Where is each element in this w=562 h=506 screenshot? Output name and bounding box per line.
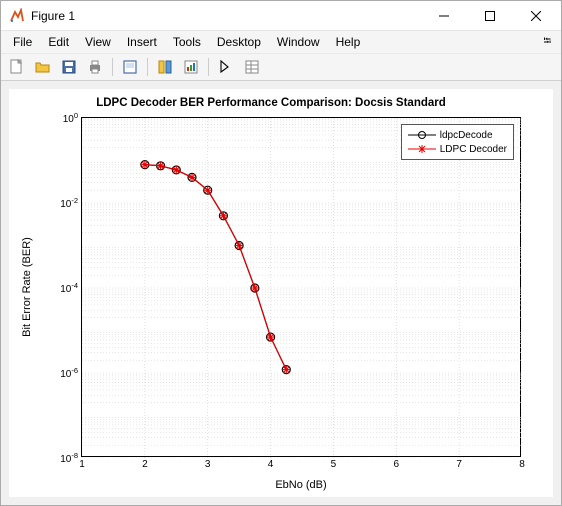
x-tick: 2 — [142, 456, 148, 470]
y-tick: 10-2 — [60, 196, 82, 210]
close-button[interactable] — [513, 1, 559, 31]
menu-view[interactable]: View — [77, 33, 119, 51]
new-figure-button[interactable] — [5, 56, 29, 78]
x-tick: 5 — [331, 456, 337, 470]
legend-swatch-ldpc-decoder — [408, 143, 436, 155]
menu-file[interactable]: File — [5, 33, 40, 51]
x-tick: 7 — [456, 456, 462, 470]
legend-item-ldpcdecode: ldpcDecode — [408, 128, 507, 142]
insert-colorbar-button[interactable] — [179, 56, 203, 78]
print-preview-button[interactable] — [118, 56, 142, 78]
menubar: File Edit View Insert Tools Desktop Wind… — [1, 31, 561, 53]
legend-label: LDPC Decoder — [440, 144, 507, 155]
window-title: Figure 1 — [31, 9, 421, 23]
menu-edit[interactable]: Edit — [40, 33, 77, 51]
legend[interactable]: ldpcDecode LDPC Decoder — [401, 124, 514, 160]
menu-tools[interactable]: Tools — [165, 33, 209, 51]
plot-container: LDPC Decoder BER Performance Comparison:… — [9, 89, 553, 497]
y-tick: 10-4 — [60, 281, 82, 295]
print-button[interactable] — [83, 56, 107, 78]
x-tick: 3 — [205, 456, 211, 470]
legend-label: ldpcDecode — [440, 130, 493, 141]
y-tick: 100 — [63, 111, 82, 125]
plot-surface — [82, 118, 522, 458]
y-tick: 10-6 — [60, 366, 82, 380]
menu-help[interactable]: Help — [328, 33, 369, 51]
x-tick: 4 — [268, 456, 274, 470]
legend-item-ldpc-decoder: LDPC Decoder — [408, 142, 507, 156]
menu-window[interactable]: Window — [269, 33, 328, 51]
link-plot-button[interactable] — [153, 56, 177, 78]
toolbar — [1, 53, 561, 81]
open-button[interactable] — [31, 56, 55, 78]
matlab-figure-icon — [9, 8, 25, 24]
titlebar: Figure 1 — [1, 1, 561, 31]
y-axis-label: Bit Error Rate (BER) — [19, 117, 35, 457]
menu-desktop[interactable]: Desktop — [209, 33, 269, 51]
minimize-button[interactable] — [421, 1, 467, 31]
menu-insert[interactable]: Insert — [119, 33, 165, 51]
axes[interactable]: 10010-210-410-610-8 12345678 ldpcDecode … — [81, 117, 521, 457]
toolbar-separator — [208, 58, 209, 76]
edit-plot-button[interactable] — [214, 56, 238, 78]
open-property-inspector-button[interactable] — [240, 56, 264, 78]
figure-area: LDPC Decoder BER Performance Comparison:… — [1, 81, 561, 505]
save-button[interactable] — [57, 56, 81, 78]
toolbar-separator — [112, 58, 113, 76]
maximize-button[interactable] — [467, 1, 513, 31]
legend-swatch-ldpcdecode — [408, 129, 436, 141]
toolbar-separator — [147, 58, 148, 76]
x-tick: 8 — [519, 456, 525, 470]
dock-icon[interactable]: ⭾ — [543, 34, 557, 51]
x-tick: 6 — [394, 456, 400, 470]
x-tick: 1 — [79, 456, 85, 470]
x-axis-label: EbNo (dB) — [81, 479, 521, 491]
chart-title: LDPC Decoder BER Performance Comparison:… — [9, 97, 533, 109]
